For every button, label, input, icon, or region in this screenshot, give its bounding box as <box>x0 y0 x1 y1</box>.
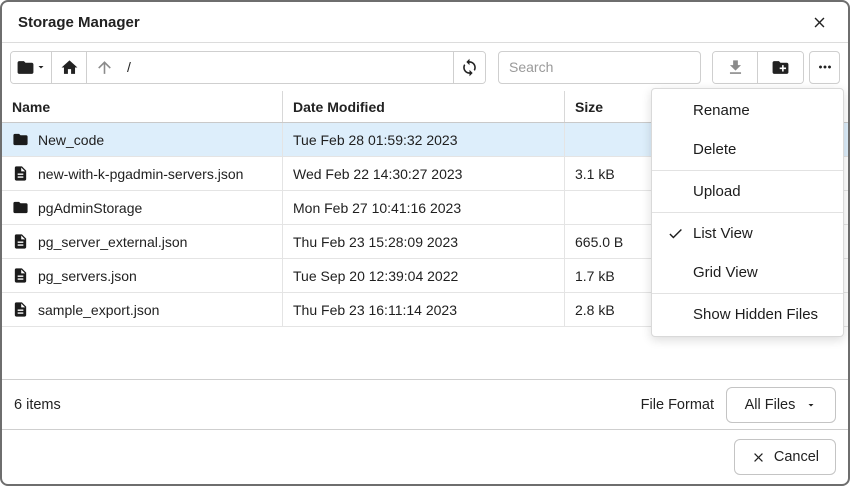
close-icon <box>751 450 766 465</box>
folder-icon <box>12 131 29 148</box>
check-icon <box>667 141 693 158</box>
menu-item-list-view[interactable]: List View <box>652 214 843 253</box>
file-format-label: File Format <box>641 397 714 413</box>
check-icon <box>667 102 693 119</box>
menu-item-label: Show Hidden Files <box>693 306 818 323</box>
file-icon <box>12 233 29 250</box>
menu-item-rename[interactable]: Rename <box>652 91 843 130</box>
file-format-value: All Files <box>745 397 796 413</box>
dialog-actions: Cancel <box>2 429 848 484</box>
file-name: new-with-k-pgadmin-servers.json <box>38 166 243 182</box>
home-icon <box>60 58 79 77</box>
chevron-down-icon <box>35 61 47 73</box>
search-input[interactable] <box>498 51 701 84</box>
column-header-name[interactable]: Name <box>2 91 283 122</box>
file-name: pg_servers.json <box>38 268 137 284</box>
file-icon <box>12 267 29 284</box>
close-icon[interactable] <box>808 11 830 33</box>
file-size: 665.0 B <box>575 234 623 250</box>
file-date-modified: Wed Feb 22 14:30:27 2023 <box>293 166 462 182</box>
file-icon <box>12 301 29 318</box>
check-icon <box>667 264 693 281</box>
column-header-date-modified[interactable]: Date Modified <box>283 91 565 122</box>
caret-down-icon <box>805 399 817 411</box>
file-size: 3.1 kB <box>575 166 615 182</box>
file-date-modified: Tue Feb 28 01:59:32 2023 <box>293 132 458 148</box>
menu-item-upload[interactable]: Upload <box>652 172 843 211</box>
path-input[interactable] <box>121 52 453 83</box>
refresh-icon <box>460 58 479 77</box>
file-date-modified: Thu Feb 23 16:11:14 2023 <box>293 302 457 318</box>
toolbar <box>2 43 848 91</box>
download-button[interactable] <box>713 52 758 83</box>
dialog-header: Storage Manager <box>2 2 848 43</box>
file-date-modified: Tue Sep 20 12:39:04 2022 <box>293 268 458 284</box>
refresh-button[interactable] <box>453 52 485 83</box>
cancel-button[interactable]: Cancel <box>734 439 836 475</box>
check-icon <box>667 183 693 200</box>
items-count: 6 items <box>14 397 61 413</box>
menu-divider <box>652 170 843 171</box>
menu-item-label: Grid View <box>693 264 758 281</box>
menu-item-delete[interactable]: Delete <box>652 130 843 169</box>
menu-item-label: Delete <box>693 141 736 158</box>
file-action-group <box>712 51 804 84</box>
new-folder-button[interactable] <box>758 52 803 83</box>
file-icon <box>12 165 29 182</box>
menu-divider <box>652 293 843 294</box>
file-date-modified: Thu Feb 23 15:28:09 2023 <box>293 234 458 250</box>
up-directory-button[interactable] <box>87 52 121 83</box>
more-options-icon <box>816 58 834 76</box>
file-size: 2.8 kB <box>575 302 615 318</box>
menu-item-show-hidden-files[interactable]: Show Hidden Files <box>652 295 843 334</box>
menu-item-label: Rename <box>693 102 750 119</box>
new-folder-icon <box>771 58 790 77</box>
status-bar: 6 items File Format All Files <box>2 379 848 429</box>
file-date-modified: Mon Feb 27 10:41:16 2023 <box>293 200 461 216</box>
path-group <box>10 51 486 84</box>
arrow-up-icon <box>95 58 114 77</box>
menu-divider <box>652 212 843 213</box>
cancel-label: Cancel <box>774 449 819 465</box>
folder-icon <box>16 58 35 77</box>
download-icon <box>726 58 745 77</box>
file-format-wrap: File Format All Files <box>641 387 836 423</box>
check-icon <box>667 225 693 242</box>
options-menu: Rename Delete Upload List View Grid View… <box>651 88 844 337</box>
dialog-title: Storage Manager <box>18 14 140 31</box>
file-name: sample_export.json <box>38 302 159 318</box>
file-name: pg_server_external.json <box>38 234 187 250</box>
home-button[interactable] <box>52 52 87 83</box>
check-icon <box>667 306 693 323</box>
folder-icon <box>12 199 29 216</box>
file-name: New_code <box>38 132 104 148</box>
file-name: pgAdminStorage <box>38 200 142 216</box>
file-format-select[interactable]: All Files <box>726 387 836 423</box>
folder-menu-button[interactable] <box>11 52 52 83</box>
menu-item-label: List View <box>693 225 753 242</box>
file-size: 1.7 kB <box>575 268 615 284</box>
menu-item-label: Upload <box>693 183 741 200</box>
more-options-button[interactable] <box>809 51 840 84</box>
menu-item-grid-view[interactable]: Grid View <box>652 253 843 292</box>
